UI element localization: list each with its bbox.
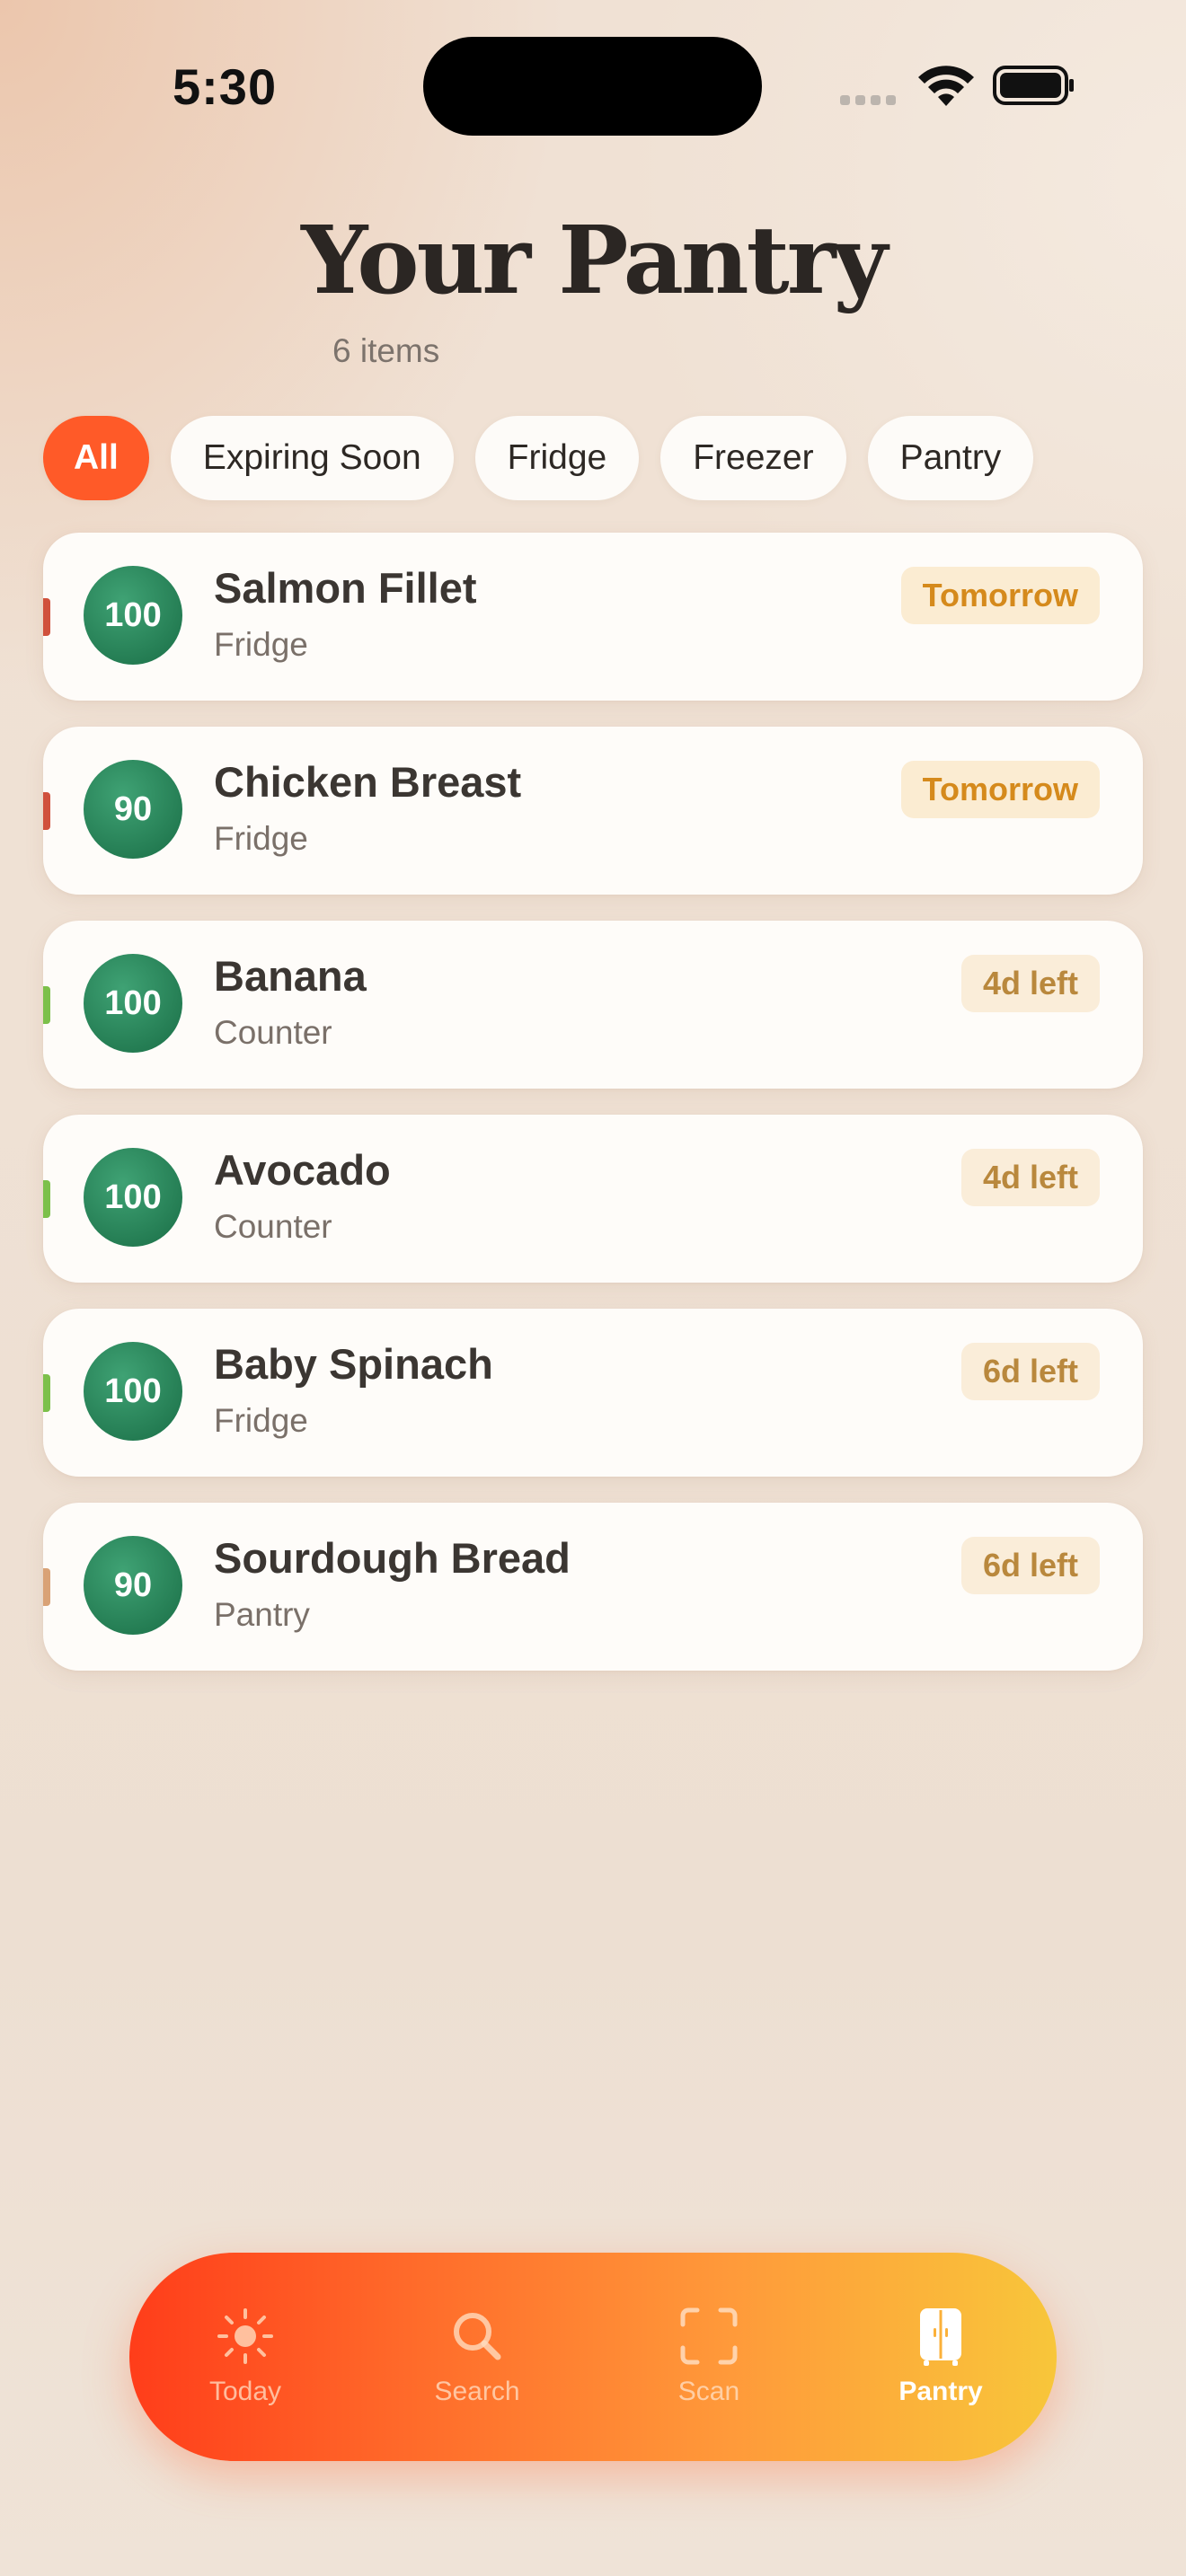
item-name: Banana [214,952,367,1000]
list-item[interactable]: 90 Chicken Breast Fridge Tomorrow [43,727,1143,895]
status-time: 5:30 [173,58,278,115]
item-count: 6 items [332,332,440,369]
expiry-badge: 6d left [960,1343,1100,1400]
cellular-signal-icon [840,95,896,105]
list-item[interactable]: 100 Salmon Fillet Fridge Tomorrow [43,533,1143,701]
scan-icon [680,2307,738,2365]
tab-label: Pantry [898,2377,983,2406]
pantry-icon [920,2308,961,2366]
item-location: Fridge [214,626,308,663]
list-item[interactable]: 100 Baby Spinach Fridge 6d left [43,1309,1143,1477]
score-badge: 100 [84,566,182,665]
tab-scan[interactable]: Scan [593,2253,825,2461]
tab-label: Scan [677,2377,740,2406]
search-icon [454,2313,501,2360]
score-badge: 100 [84,954,182,1053]
item-location: Counter [214,1208,332,1245]
page-title: Your Pantry [301,205,888,315]
item-location: Fridge [214,1402,308,1439]
filter-chip-all[interactable]: All [43,416,149,500]
sun-icon [217,2308,273,2364]
tab-today[interactable]: Today [129,2253,361,2461]
dynamic-island [423,37,762,136]
item-name: Salmon Fillet [214,564,477,612]
wifi-icon [918,66,974,106]
tab-search[interactable]: Search [361,2253,593,2461]
list-item[interactable]: 90 Sourdough Bread Pantry 6d left [43,1503,1143,1671]
tab-label: Search [434,2377,520,2406]
score-badge: 90 [84,760,182,859]
score-badge: 100 [84,1148,182,1247]
tab-label: Today [208,2377,282,2406]
expiry-badge: 4d left [960,955,1100,1012]
item-location: Pantry [214,1596,310,1633]
tab-bar: Today Search Scan Pantry [129,2253,1057,2461]
list-item[interactable]: 100 Banana Counter 4d left [43,921,1143,1089]
score-badge: 100 [84,1342,182,1441]
item-name: Chicken Breast [214,758,522,806]
expiry-badge: Tomorrow [900,761,1100,818]
freshness-indicator [43,1374,50,1412]
item-location: Fridge [214,820,308,857]
expiry-badge: 6d left [960,1537,1100,1594]
expiry-badge: Tomorrow [900,567,1100,624]
filter-chip-expiring-soon[interactable]: Expiring Soon [170,416,454,500]
battery-icon [993,66,1074,105]
list-item[interactable]: 100 Avocado Counter 4d left [43,1115,1143,1283]
filter-chip-fridge[interactable]: Fridge [474,416,640,500]
score-badge: 90 [84,1536,182,1635]
freshness-indicator [43,1568,50,1606]
item-name: Baby Spinach [214,1340,493,1388]
expiry-badge: 4d left [960,1149,1100,1206]
filter-chips: All Expiring Soon Fridge Freezer Pantry [43,416,1034,500]
freshness-indicator [43,1180,50,1218]
pantry-list: 100 Salmon Fillet Fridge Tomorrow 90 Chi… [43,533,1143,1697]
filter-chip-freezer[interactable]: Freezer [660,416,846,500]
item-name: Avocado [214,1146,391,1194]
freshness-indicator [43,792,50,830]
item-location: Counter [214,1014,332,1051]
freshness-indicator [43,598,50,636]
item-name: Sourdough Bread [214,1534,571,1582]
tab-pantry[interactable]: Pantry [825,2253,1057,2461]
filter-chip-pantry[interactable]: Pantry [867,416,1034,500]
freshness-indicator [43,986,50,1024]
